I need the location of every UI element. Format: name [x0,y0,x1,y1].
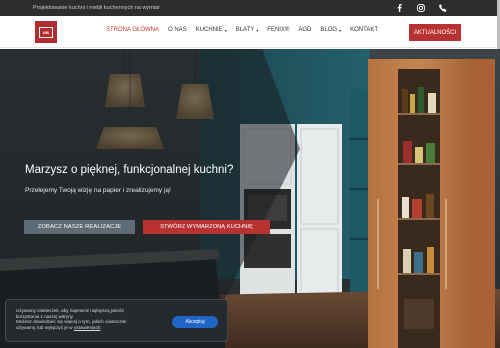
nav-item-label: KUCHNIE [195,27,223,33]
nav-item-blog[interactable]: BLOG ▾ [320,27,341,33]
cookie-banner: Używamy ciasteczek, aby zapewnić najleps… [5,299,228,342]
nav-item-label: AGD [298,27,312,33]
hero-title: Marzysz o pięknej, funkcjonalnej kuchni? [25,164,234,176]
main-nav: NB STRONA GŁÓWNA O NAS KUCHNIE ▾ BLATY ▾ FENIX… [0,16,500,48]
chevron-down-icon: ▾ [224,27,227,33]
nav-item-label: FENIX® [267,27,290,33]
nav-item-fenix[interactable]: FENIX® [267,27,289,33]
chevron-down-icon: ▾ [339,27,342,33]
cookie-line-prefix: używamy, lub wyłączyć je w [16,324,74,330]
hero-subtitle: Przełejemy Twoją wizję na papier i zreal… [25,187,171,194]
phone-icon[interactable] [438,3,448,13]
nav-item-agd[interactable]: AGD [298,27,311,33]
facebook-icon[interactable] [394,3,404,13]
chevron-down-icon: ▾ [256,27,259,33]
cookie-text: Używamy ciasteczek, aby zapewnić najleps… [16,308,166,330]
nav-item-label: STRONA GŁÓWNA [106,27,160,33]
cookie-line: używamy, lub wyłączyć je w ustawieniach. [16,325,166,331]
stworz-kuchnie-button[interactable]: STWÓRZ WYMARZONĄ KUCHNIĘ [143,220,270,234]
cookie-settings-link[interactable]: ustawieniach [74,325,101,330]
instagram-icon[interactable] [416,3,426,13]
nav-item-o-nas[interactable]: O NAS [168,27,187,33]
nav-item-label: BLATY [235,27,255,33]
nav-item-kontakt[interactable]: KONTAKT [350,27,378,33]
top-bar: Projektowanie kuchni i mebli kuchennych … [0,0,500,16]
tagline: Projektowanie kuchni i mebli kuchennych … [33,5,160,11]
nav-item-label: O NAS [168,27,187,33]
nav-item-label: BLOG [320,27,338,33]
social-links [394,3,448,13]
zobacz-realizacje-button[interactable]: ZOBACZ NASZE REALIZACJE [24,220,135,234]
cookie-accept-button[interactable]: Akceptuj [172,316,218,328]
nav-item-strona-główna[interactable]: STRONA GŁÓWNA [106,27,159,33]
page: Projektowanie kuchni i mebli kuchennych … [0,0,500,348]
nav-item-label: KONTAKT [350,27,378,33]
cookie-line-suffix: . [100,324,102,330]
logo[interactable]: NB [35,21,57,43]
nav-item-kuchnie[interactable]: KUCHNIE ▾ [196,27,227,33]
nav-menu: STRONA GŁÓWNA O NAS KUCHNIE ▾ BLATY ▾ FENIX® AG… [106,27,387,33]
logo-mark: NB [39,26,53,38]
aktualnosci-button[interactable]: AKTUALNOŚCI [409,24,461,41]
nav-item-blaty[interactable]: BLATY ▾ [236,27,259,33]
